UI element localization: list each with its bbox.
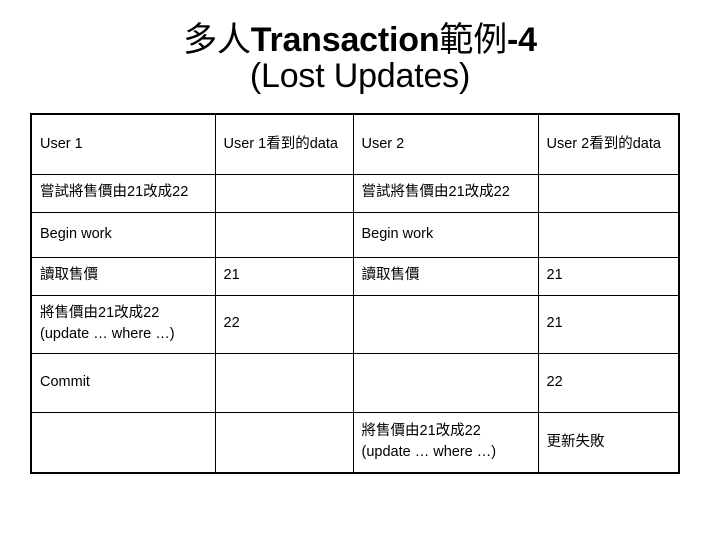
cell-user1-action: Begin work: [30, 211, 216, 258]
transaction-table-container: User 1 User 1看到的data User 2 User 2看到的dat…: [30, 113, 680, 474]
cell-user1-action: 讀取售價: [30, 256, 216, 296]
cell-user2-data: 21: [537, 256, 680, 296]
cell-user2-action: [352, 352, 539, 413]
cell-user1-data: [214, 173, 354, 213]
page-title-cjk-prefix: 多人: [183, 20, 251, 60]
cell-user2-data: 22: [537, 352, 680, 413]
table-row: Begin work Begin work: [30, 211, 680, 258]
column-header-user1-action: User 1: [30, 113, 216, 175]
page-title-cjk-suffix: 範例: [439, 20, 507, 60]
cell-user1-action: 將售價由21改成22 (update … where …): [30, 294, 216, 354]
page-title-latin: Transaction: [250, 21, 440, 59]
page-title-tail: -4: [507, 21, 537, 59]
table-row: 將售價由21改成22 (update … where …) 22 21: [30, 294, 680, 354]
cell-user2-action: 將售價由21改成22 (update … where …): [352, 411, 539, 474]
column-header-user2-data: User 2看到的data: [537, 113, 680, 175]
table-row: Commit 22: [30, 352, 680, 413]
column-header-user1-data: User 1看到的data: [214, 113, 354, 175]
cell-user1-data: [214, 411, 354, 474]
table-header-row: User 1 User 1看到的data User 2 User 2看到的dat…: [30, 113, 680, 175]
cell-user2-data: [537, 173, 680, 213]
cell-user1-action: [30, 411, 216, 474]
slide-canvas: 多人Transaction範例-4 (Lost Updates) User 1 …: [0, 0, 720, 540]
cell-user1-action: 嘗試將售價由21改成22: [30, 173, 216, 213]
table-body: 嘗試將售價由21改成22 嘗試將售價由21改成22 Begin work Beg…: [30, 173, 680, 474]
cell-user1-action: Commit: [30, 352, 216, 413]
table-row: 嘗試將售價由21改成22 嘗試將售價由21改成22: [30, 173, 680, 213]
table-header: User 1 User 1看到的data User 2 User 2看到的dat…: [30, 113, 680, 175]
cell-user1-data: 22: [214, 294, 354, 354]
cell-user2-action: [352, 294, 539, 354]
page-title-line-1: 多人Transaction範例-4: [0, 22, 720, 58]
cell-user1-data: 21: [214, 256, 354, 296]
cell-user2-data: 21: [537, 294, 680, 354]
cell-user2-action: Begin work: [352, 211, 539, 258]
page-title: 多人Transaction範例-4 (Lost Updates): [0, 22, 720, 94]
cell-user1-data: [214, 211, 354, 258]
cell-user2-data: [537, 211, 680, 258]
transaction-table: User 1 User 1看到的data User 2 User 2看到的dat…: [30, 113, 680, 474]
column-header-user2-action: User 2: [352, 113, 539, 175]
page-title-line-2: (Lost Updates): [249, 57, 471, 96]
table-row: 讀取售價 21 讀取售價 21: [30, 256, 680, 296]
cell-user2-action: 讀取售價: [352, 256, 539, 296]
cell-user1-data: [214, 352, 354, 413]
cell-user2-action: 嘗試將售價由21改成22: [352, 173, 539, 213]
table-row: 將售價由21改成22 (update … where …) 更新失敗: [30, 411, 680, 474]
cell-user2-data: 更新失敗: [537, 411, 680, 474]
